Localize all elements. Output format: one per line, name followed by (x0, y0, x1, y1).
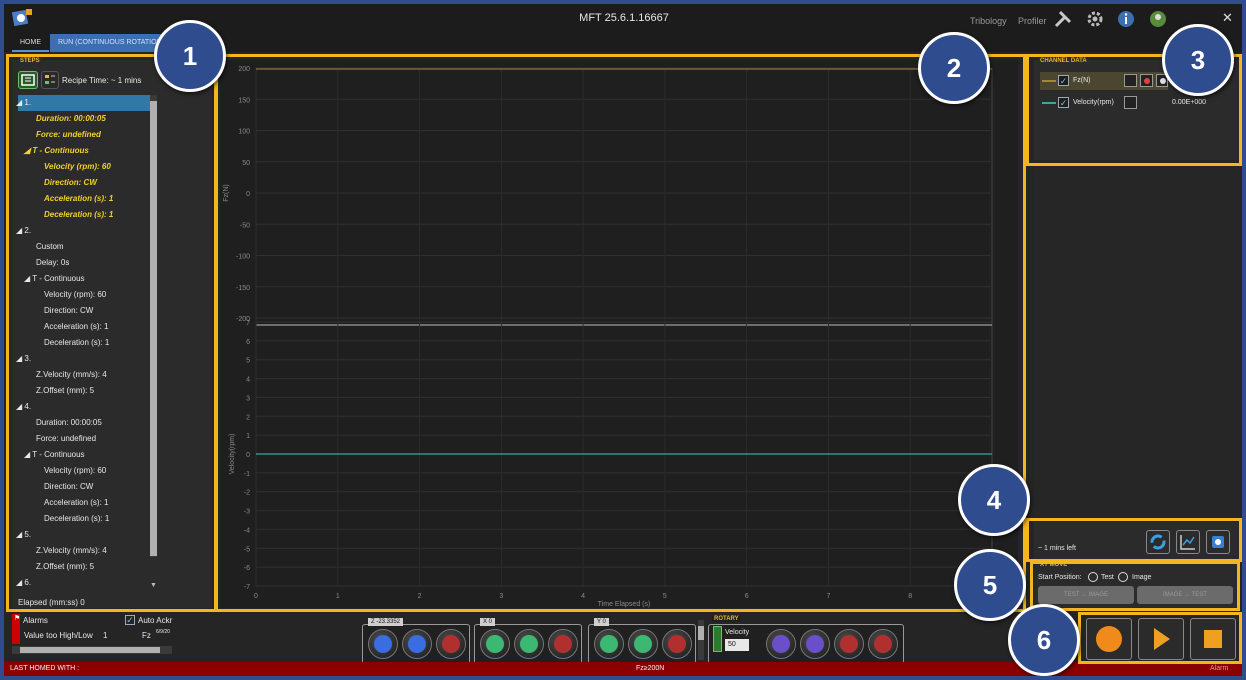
force-status: Fz≥200N (636, 665, 665, 672)
y-axis-label: Y 0 (594, 618, 609, 626)
badge-1: 1 (154, 20, 226, 92)
z-up-button[interactable] (402, 629, 432, 659)
arrow-down-icon (374, 635, 392, 653)
stop-icon (840, 635, 858, 653)
app-window: MFT 25.6.1.16667 Tribology Profiler ✕ HO… (4, 4, 1242, 676)
y-home-button[interactable] (662, 629, 692, 659)
y-up-button[interactable] (628, 629, 658, 659)
arrow-down-icon (600, 635, 618, 653)
last-homed-label: LAST HOMED WITH : (10, 665, 80, 672)
rotary-home-button[interactable] (868, 629, 898, 659)
user-icon[interactable] (1149, 10, 1167, 28)
alarms-h-thumb[interactable] (20, 647, 160, 653)
auto-ack-checkbox[interactable]: ✓ (125, 615, 135, 625)
z-home-button[interactable] (436, 629, 466, 659)
highlight-box-4 (1026, 518, 1242, 562)
x-axis-label: X 0 (480, 618, 496, 626)
tab-home[interactable]: HOME (12, 34, 49, 52)
arrow-left-icon (486, 635, 504, 653)
axis-scrollbar[interactable] (698, 620, 704, 660)
badge-6: 6 (1008, 604, 1080, 676)
nav-tribology[interactable]: Tribology (970, 16, 1007, 26)
tools-icon[interactable] (1054, 10, 1072, 28)
highlight-box-6 (1078, 612, 1242, 664)
rotary-label: ROTARY (712, 616, 741, 622)
window-title: MFT 25.6.1.16667 (579, 12, 669, 24)
alarm-message: Value too High/Low (24, 631, 93, 640)
alarm-bell-icon: ⚑ (14, 615, 21, 622)
app-logo-icon (11, 9, 32, 27)
rotate-ccw-icon (772, 635, 790, 653)
gear-icon[interactable] (1086, 10, 1104, 28)
alarm-channel: Fz (142, 631, 151, 640)
z-axis-label: Z -23.3352 (368, 618, 404, 626)
badge-2: 2 (918, 32, 990, 104)
highlight-box-1 (6, 54, 218, 612)
rotary-stop-button[interactable] (834, 629, 864, 659)
arrow-up-icon (634, 635, 652, 653)
arrow-right-icon (520, 635, 538, 653)
alarm-count: 1 (103, 631, 108, 640)
info-icon[interactable] (1117, 10, 1135, 28)
alarm-status: Alarm (1210, 665, 1229, 672)
rotate-cw-icon (806, 635, 824, 653)
rotary-toggle[interactable] (713, 626, 722, 652)
home-axis-icon (668, 635, 686, 653)
axis-scroll-thumb[interactable] (698, 626, 704, 640)
highlight-box-5 (1030, 561, 1240, 611)
y-down-button[interactable] (594, 629, 624, 659)
home-axis-icon (554, 635, 572, 653)
badge-5: 5 (954, 549, 1026, 621)
alarms-h-scrollbar[interactable] (12, 646, 172, 654)
alarms-title: Alarms (23, 616, 48, 625)
z-down-button[interactable] (368, 629, 398, 659)
badge-4: 4 (958, 464, 1030, 536)
auto-ack-label[interactable]: Auto Ackr (138, 616, 172, 625)
rotary-velocity-input[interactable]: 50 (725, 639, 749, 651)
x-right-button[interactable] (514, 629, 544, 659)
right-empty-area (1034, 164, 1240, 520)
home-axis-icon (874, 635, 892, 653)
rotary-velocity-label: Velocity (725, 629, 750, 636)
highlight-box-2 (214, 54, 1026, 612)
arrow-up-icon (408, 635, 426, 653)
nav-profiler[interactable]: Profiler (1018, 16, 1047, 26)
rotary-cw-button[interactable] (800, 629, 830, 659)
close-button[interactable]: ✕ (1222, 10, 1233, 26)
alarm-date: 6/9/20 (156, 629, 170, 635)
rotary-ccw-button[interactable] (766, 629, 796, 659)
tab-run[interactable]: RUN (CONTINUOUS ROTATION/XY (50, 34, 170, 52)
badge-3: 3 (1162, 24, 1234, 96)
x-home-button[interactable] (548, 629, 578, 659)
home-axis-icon (442, 635, 460, 653)
x-left-button[interactable] (480, 629, 510, 659)
